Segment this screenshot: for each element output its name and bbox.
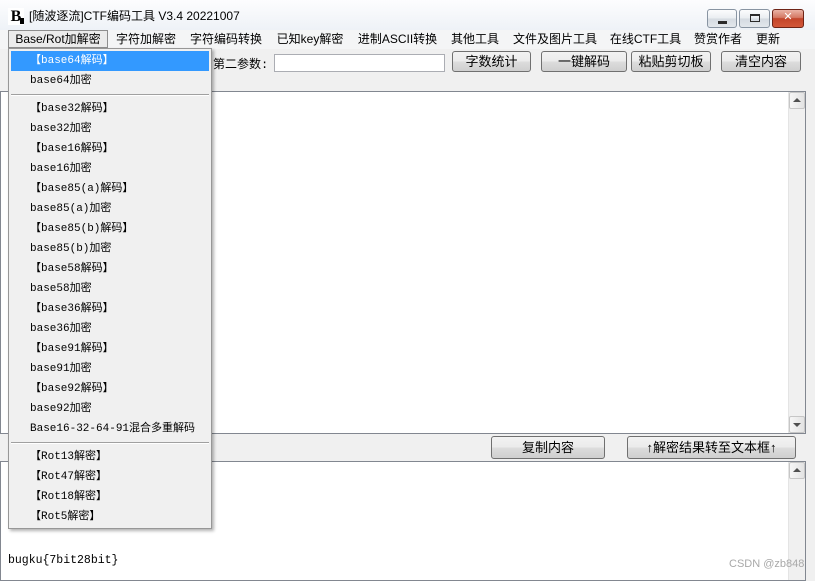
menu-donate[interactable]: 赞赏作者 bbox=[688, 30, 748, 48]
menu-item-rot47-decode[interactable]: 【Rot47解密】 bbox=[9, 467, 211, 487]
output-text: bugku{7bit28bit} bbox=[8, 554, 119, 567]
paste-clipboard-button[interactable]: 粘贴剪切板 bbox=[631, 51, 711, 72]
app-logo-icon: B bbox=[8, 8, 24, 25]
menu-item-base32-encode[interactable]: base32加密 bbox=[9, 119, 211, 139]
arrow-up-icon bbox=[793, 468, 801, 472]
menu-item-base64-decode[interactable]: 【base64解码】 bbox=[11, 51, 209, 71]
minimize-button[interactable] bbox=[707, 9, 737, 28]
count-chars-button[interactable]: 字数统计 bbox=[452, 51, 531, 72]
input-scrollbar[interactable] bbox=[788, 92, 805, 433]
menu-item-base58-encode[interactable]: base58加密 bbox=[9, 279, 211, 299]
copy-content-button[interactable]: 复制内容 bbox=[491, 436, 605, 459]
second-param-label: 第二参数: bbox=[213, 58, 269, 72]
menu-item-base91-encode[interactable]: base91加密 bbox=[9, 359, 211, 379]
one-click-decode-button[interactable]: 一键解码 bbox=[541, 51, 627, 72]
menu-item-rot13-decode[interactable]: 【Rot13解密】 bbox=[9, 447, 211, 467]
menu-item-base-mixed-decode[interactable]: Base16-32-64-91混合多重解码 bbox=[9, 419, 211, 439]
menu-update[interactable]: 更新 bbox=[750, 30, 786, 48]
menu-item-base91-decode[interactable]: 【base91解码】 bbox=[9, 339, 211, 359]
scroll-up-button[interactable] bbox=[789, 462, 805, 479]
menu-item-base36-encode[interactable]: base36加密 bbox=[9, 319, 211, 339]
menu-item-base64-encode[interactable]: base64加密 bbox=[9, 71, 211, 91]
menu-radix-ascii[interactable]: 进制ASCII转换 bbox=[352, 30, 443, 48]
menu-item-base32-decode[interactable]: 【base32解码】 bbox=[9, 99, 211, 119]
menu-item-base92-decode[interactable]: 【base92解码】 bbox=[9, 379, 211, 399]
menu-separator bbox=[9, 439, 211, 447]
menu-item-base85a-encode[interactable]: base85(a)加密 bbox=[9, 199, 211, 219]
scroll-up-button[interactable] bbox=[789, 92, 805, 109]
menu-file-image-tools[interactable]: 文件及图片工具 bbox=[507, 30, 603, 48]
menu-item-base92-encode[interactable]: base92加密 bbox=[9, 399, 211, 419]
menu-item-base85b-encode[interactable]: base85(b)加密 bbox=[9, 239, 211, 259]
menu-item-rot18-decode[interactable]: 【Rot18解密】 bbox=[9, 487, 211, 507]
menu-char-crypto[interactable]: 字符加解密 bbox=[110, 30, 182, 48]
menu-item-base85b-decode[interactable]: 【base85(b)解码】 bbox=[9, 219, 211, 239]
menu-online-ctf[interactable]: 在线CTF工具 bbox=[605, 30, 686, 48]
scroll-down-button[interactable] bbox=[789, 416, 805, 433]
window-title: [随波逐流]CTF编码工具 V3.4 20221007 bbox=[29, 9, 240, 23]
menu-base-rot[interactable]: Base/Rot加解密 bbox=[8, 30, 108, 48]
menu-char-encoding[interactable]: 字符编码转换 bbox=[184, 30, 268, 48]
close-button[interactable] bbox=[772, 9, 804, 28]
menu-item-rot5-decode[interactable]: 【Rot5解密】 bbox=[9, 507, 211, 527]
maximize-button[interactable] bbox=[739, 9, 770, 28]
menu-separator bbox=[9, 91, 211, 99]
watermark-text: CSDN @zb848 bbox=[729, 558, 805, 570]
menu-item-base58-decode[interactable]: 【base58解码】 bbox=[9, 259, 211, 279]
title-bar[interactable]: B [随波逐流]CTF编码工具 V3.4 20221007 bbox=[0, 0, 815, 30]
menu-known-key[interactable]: 已知key解密 bbox=[270, 30, 350, 48]
close-icon bbox=[773, 10, 803, 27]
menu-item-base36-decode[interactable]: 【base36解码】 bbox=[9, 299, 211, 319]
transfer-result-button[interactable]: ↑解密结果转至文本框↑ bbox=[627, 436, 796, 459]
arrow-up-icon bbox=[793, 98, 801, 102]
menu-item-base16-decode[interactable]: 【base16解码】 bbox=[9, 139, 211, 159]
maximize-icon bbox=[750, 14, 760, 22]
menu-bar: Base/Rot加解密 字符加解密 字符编码转换 已知key解密 进制ASCII… bbox=[0, 30, 815, 49]
menu-other-tools[interactable]: 其他工具 bbox=[445, 30, 505, 48]
second-param-input[interactable] bbox=[274, 54, 445, 72]
base-rot-dropdown-menu: 【base64解码】 base64加密 【base32解码】 base32加密 … bbox=[8, 48, 212, 529]
minimize-icon bbox=[718, 21, 727, 24]
arrow-down-icon bbox=[793, 423, 801, 427]
menu-item-base16-encode[interactable]: base16加密 bbox=[9, 159, 211, 179]
menu-item-base85a-decode[interactable]: 【base85(a)解码】 bbox=[9, 179, 211, 199]
clear-content-button[interactable]: 清空内容 bbox=[721, 51, 801, 72]
